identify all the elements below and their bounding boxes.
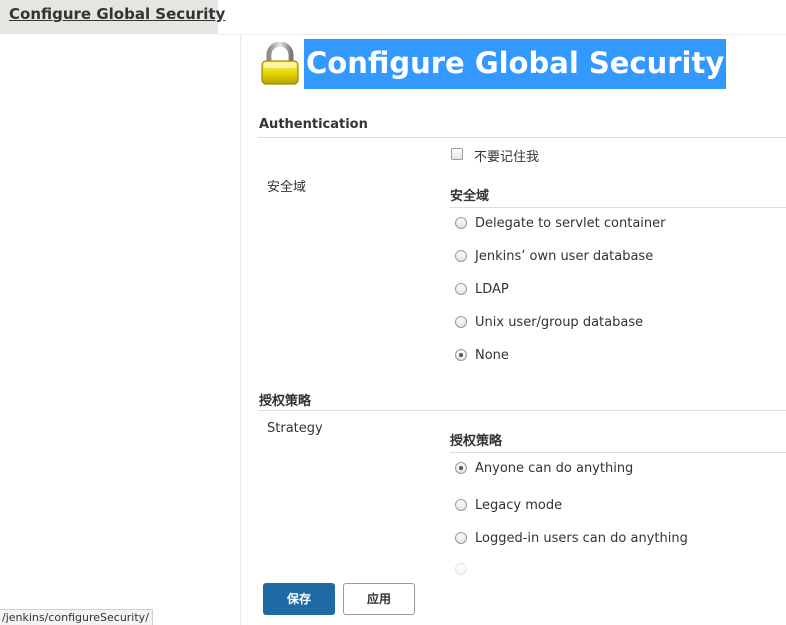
realm-radio-none[interactable] <box>455 349 467 361</box>
realm-option-label[interactable]: Delegate to servlet container <box>475 216 666 231</box>
subheader-divider <box>450 207 786 208</box>
realm-radio-servlet[interactable] <box>455 217 467 229</box>
realm-radio-jenkins-db[interactable] <box>455 250 467 262</box>
strategy-radio-anyone[interactable] <box>455 462 467 474</box>
security-realm-label: 安全域 <box>267 180 307 195</box>
breadcrumb: Configure Global Security <box>0 0 225 34</box>
lock-icon <box>261 42 299 85</box>
strategy-radio-legacy[interactable] <box>455 499 467 511</box>
strategy-radio-hidden[interactable] <box>455 563 467 575</box>
authorization-header: 授权策略 <box>259 394 312 409</box>
strategy-option-label[interactable]: Legacy mode <box>475 498 562 513</box>
authorization-subheader: 授权策略 <box>450 434 503 449</box>
realm-option-label[interactable]: Jenkins’ own user database <box>475 249 653 264</box>
subheader-divider <box>450 452 786 453</box>
page-title: Configure Global Security <box>304 39 727 89</box>
status-bar-url: /jenkins/configureSecurity/ <box>0 609 153 625</box>
realm-option-label[interactable]: None <box>475 348 509 363</box>
remember-me-label: 不要记住我 <box>474 150 540 165</box>
realm-option-label[interactable]: Unix user/group database <box>475 315 643 330</box>
section-divider <box>258 137 786 138</box>
strategy-option-label[interactable]: Anyone can do anything <box>475 461 633 476</box>
save-button[interactable]: 保存 <box>263 583 335 615</box>
apply-button[interactable]: 应用 <box>343 583 415 615</box>
security-realm-subheader: 安全域 <box>450 189 490 204</box>
strategy-option-label[interactable]: Logged-in users can do anything <box>475 531 688 546</box>
top-divider <box>218 34 786 35</box>
remember-me-checkbox[interactable] <box>451 148 463 160</box>
strategy-label: Strategy <box>267 421 323 436</box>
authentication-header: Authentication <box>259 117 368 132</box>
realm-radio-unix[interactable] <box>455 316 467 328</box>
section-divider <box>258 410 786 411</box>
breadcrumb-link[interactable]: Configure Global Security <box>9 5 225 23</box>
side-panel-divider <box>240 35 241 625</box>
strategy-radio-logged-in[interactable] <box>455 532 467 544</box>
realm-radio-ldap[interactable] <box>455 283 467 295</box>
realm-option-label[interactable]: LDAP <box>475 282 509 297</box>
